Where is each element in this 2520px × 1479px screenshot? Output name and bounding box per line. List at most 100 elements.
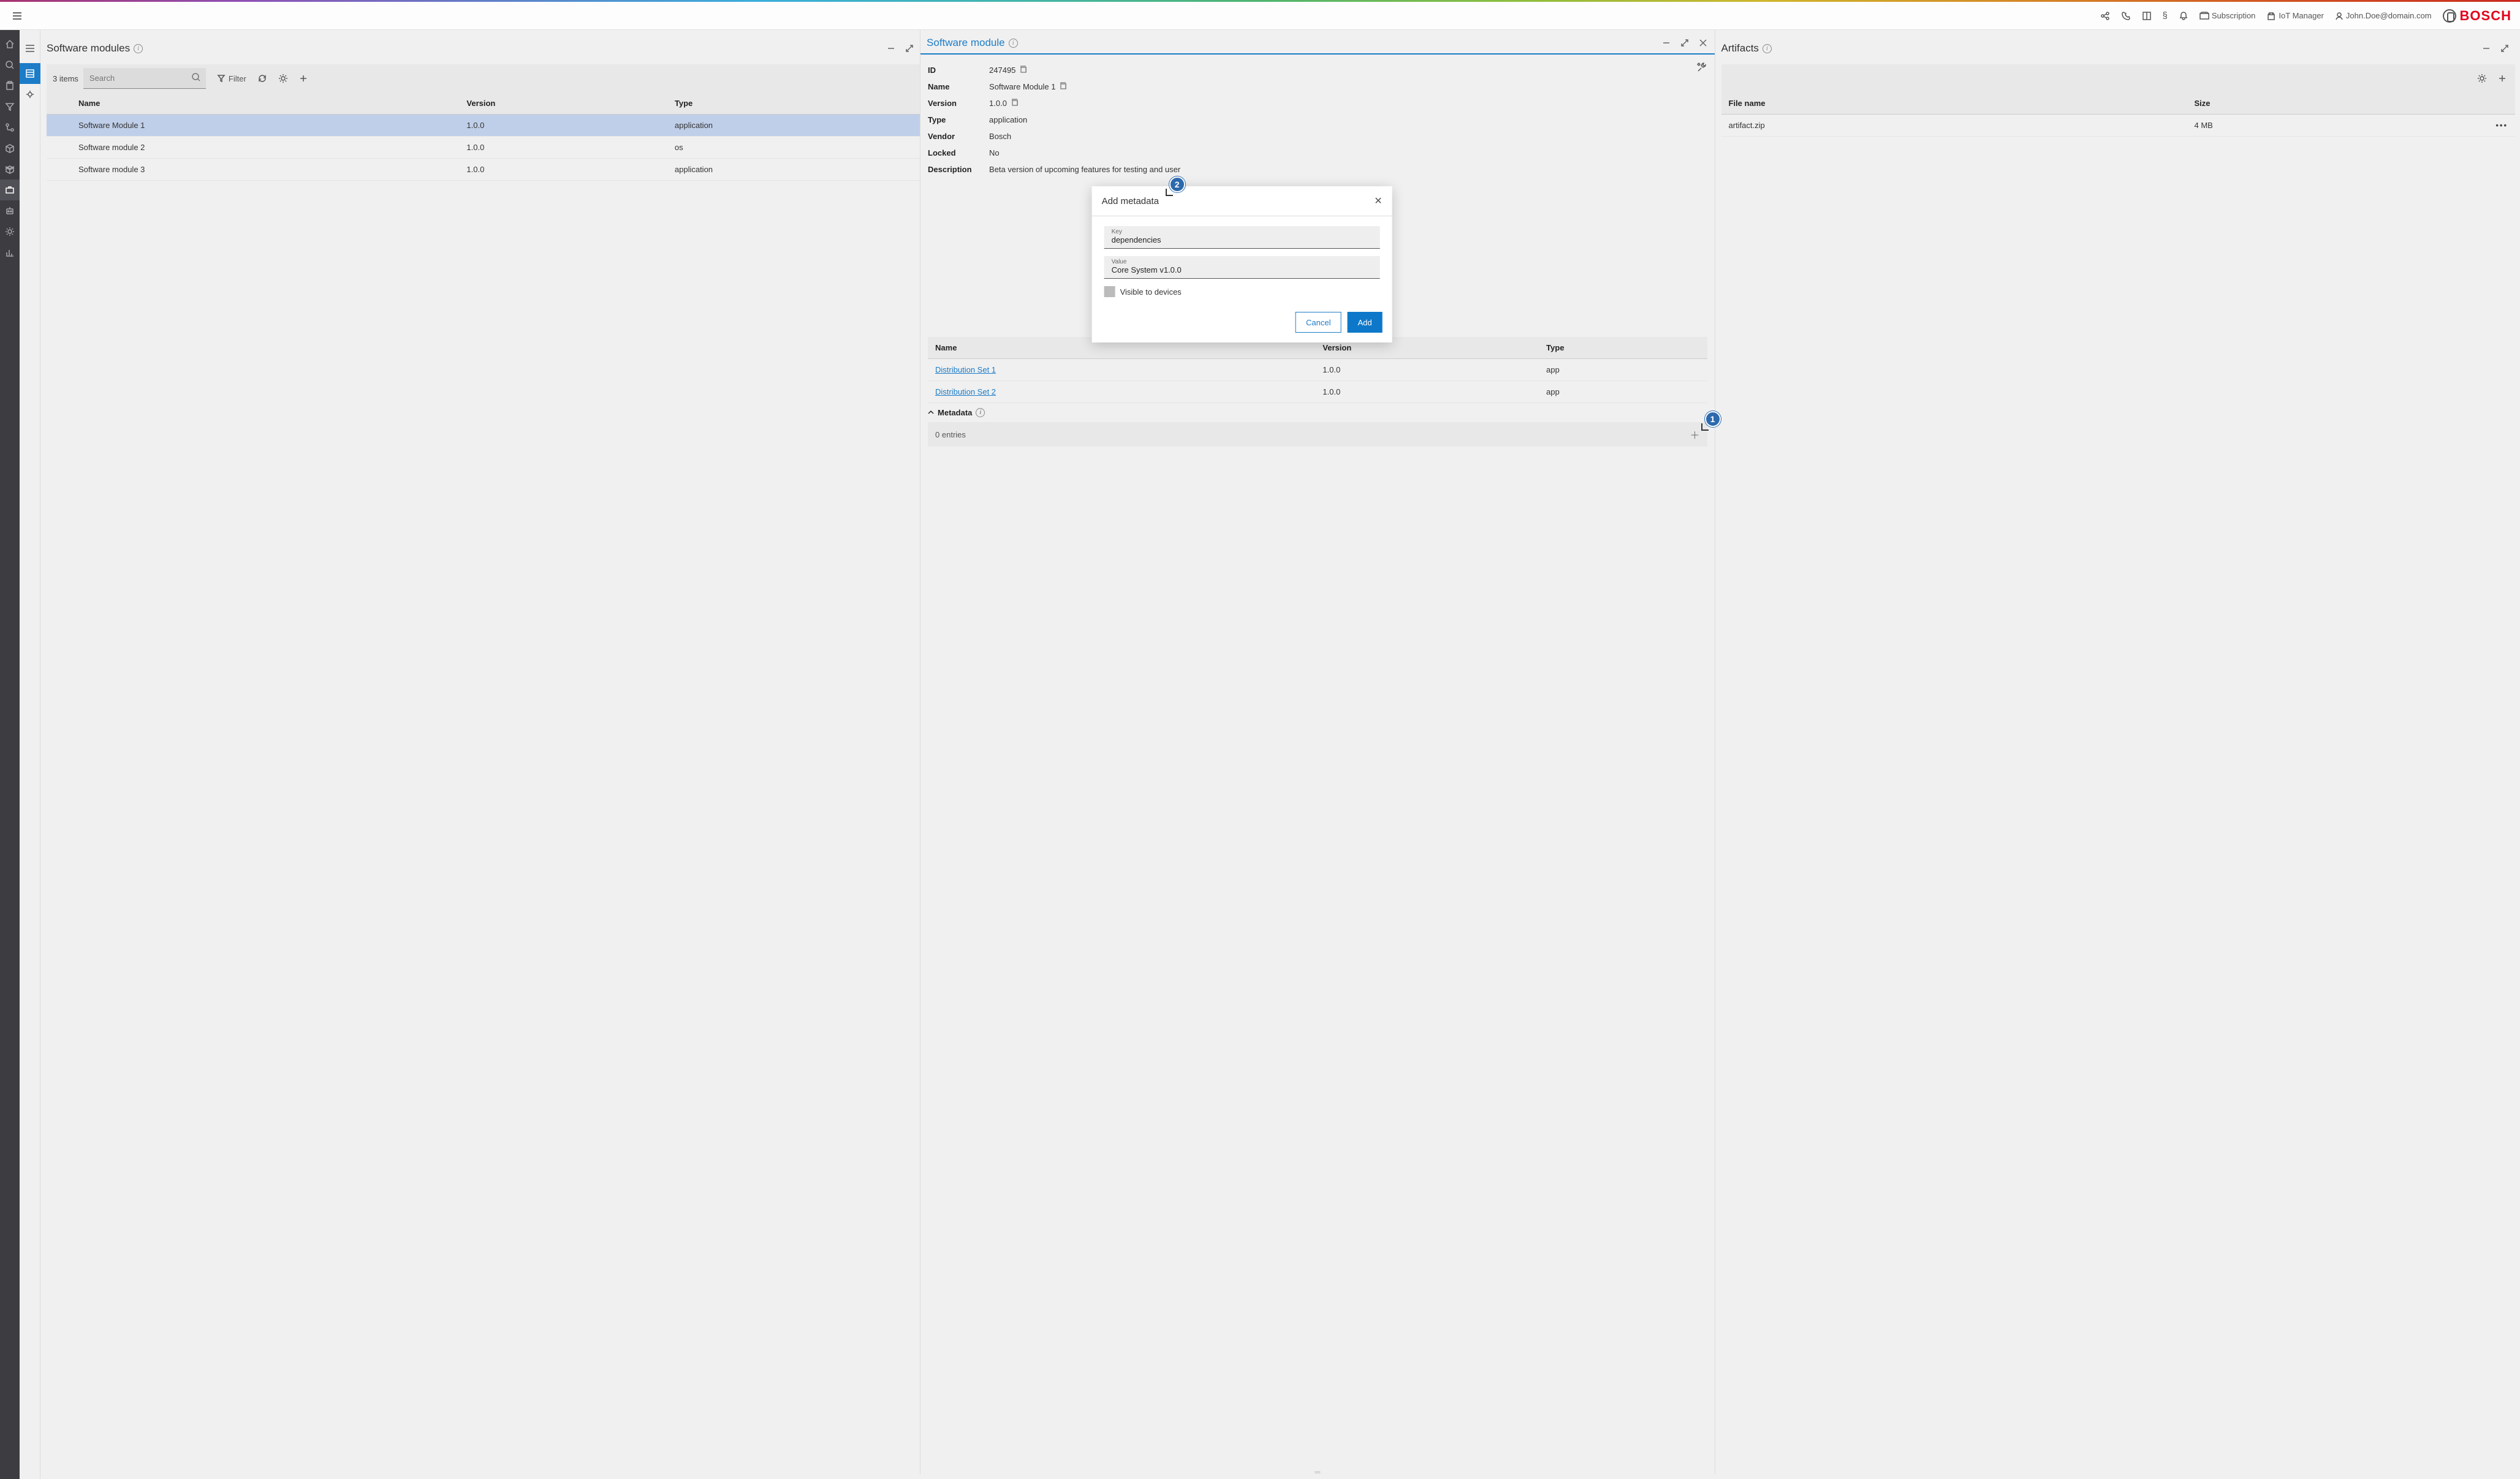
minimize-icon[interactable]: [886, 43, 897, 54]
key-value: dependencies: [1112, 235, 1373, 244]
search-icon[interactable]: [191, 72, 201, 84]
field-locked-label: Locked: [928, 148, 989, 157]
field-vendor-value: Bosch: [989, 132, 1707, 141]
modal-title: Add metadata: [1102, 196, 1159, 206]
value-label: Value: [1112, 259, 1373, 265]
field-name-label: Name: [928, 82, 989, 91]
bell-icon[interactable]: [2179, 11, 2188, 21]
settings-icon[interactable]: [278, 74, 288, 83]
nav-filter-icon[interactable]: [0, 96, 20, 117]
copy-icon[interactable]: [1019, 66, 1027, 75]
metadata-bar: 0 entries ＋: [928, 422, 1707, 447]
phone-icon[interactable]: [2121, 11, 2131, 21]
info-icon[interactable]: i: [134, 44, 143, 53]
share-icon[interactable]: [2100, 11, 2110, 21]
metadata-section-header[interactable]: Metadata i: [928, 403, 1707, 422]
col-name[interactable]: Name: [71, 93, 459, 115]
field-version-label: Version: [928, 99, 989, 108]
add-metadata-icon[interactable]: ＋: [1690, 427, 1700, 442]
table-row[interactable]: Software module 21.0.0os: [47, 137, 920, 159]
field-vendor-label: Vendor: [928, 132, 989, 141]
add-button[interactable]: Add: [1347, 312, 1382, 333]
nav-clipboard-icon[interactable]: [0, 75, 20, 96]
copy-icon[interactable]: [1059, 82, 1066, 91]
minimize-icon[interactable]: [1661, 37, 1672, 48]
field-type-label: Type: [928, 115, 989, 124]
search-input[interactable]: [83, 68, 206, 89]
view-grid-icon[interactable]: [20, 63, 40, 84]
nav-home-icon[interactable]: [0, 34, 20, 55]
col-type[interactable]: Type: [667, 93, 920, 115]
modules-title: Software modulesi: [47, 42, 143, 55]
refresh-icon[interactable]: [257, 74, 267, 83]
table-row[interactable]: Software module 31.0.0application: [47, 159, 920, 181]
art-col-name[interactable]: File name: [1721, 93, 2187, 115]
close-icon[interactable]: [1698, 37, 1709, 48]
artifacts-table: File name Size artifact.zip4 MB•••: [1721, 93, 2515, 137]
minimize-icon[interactable]: [2481, 43, 2492, 54]
field-version-value: 1.0.0: [989, 99, 1007, 108]
bosch-glyph-icon: [2443, 9, 2456, 23]
table-row[interactable]: artifact.zip4 MB•••: [1721, 115, 2515, 137]
info-icon[interactable]: i: [1763, 44, 1772, 53]
iot-manager-link[interactable]: IoT Manager: [2266, 11, 2323, 21]
subscription-link[interactable]: Subscription: [2199, 11, 2256, 20]
software-modules-panel: Software modulesi 3 items Filter: [40, 30, 920, 1474]
modules-toolbar: 3 items Filter: [47, 64, 920, 93]
key-label: Key: [1112, 229, 1373, 235]
nav-robot-icon[interactable]: [0, 200, 20, 221]
key-field[interactable]: Key dependencies: [1104, 226, 1380, 249]
col-version[interactable]: Version: [459, 93, 667, 115]
topbar: § Subscription IoT Manager John.Doe@doma…: [0, 2, 2520, 30]
expand-icon[interactable]: [2499, 43, 2510, 54]
nav-briefcase-icon[interactable]: [0, 180, 20, 200]
user-menu[interactable]: John.Doe@domain.com: [2335, 11, 2432, 20]
info-icon[interactable]: i: [976, 408, 985, 417]
resize-handle[interactable]: ═: [920, 1469, 1714, 1474]
nav-rail: [0, 30, 20, 1479]
more-icon[interactable]: •••: [2488, 115, 2515, 137]
visible-label: Visible to devices: [1120, 287, 1182, 297]
cancel-button[interactable]: Cancel: [1296, 312, 1341, 333]
nav-flow-icon[interactable]: [0, 117, 20, 138]
section-icon[interactable]: §: [2163, 10, 2168, 21]
value-value: Core System v1.0.0: [1112, 265, 1373, 274]
secondary-rail: [20, 30, 40, 1479]
distribution-table: Name Version Type Distribution Set 11.0.…: [928, 337, 1707, 403]
nav-gear-icon[interactable]: [0, 221, 20, 242]
nav-search-icon[interactable]: [0, 55, 20, 75]
nav-box-open-icon[interactable]: [0, 159, 20, 180]
dist-col-type[interactable]: Type: [1539, 337, 1707, 359]
art-col-size[interactable]: Size: [2187, 93, 2488, 115]
callout-1: 1: [1705, 411, 1721, 427]
field-desc-value: Beta version of upcoming features for te…: [989, 165, 1707, 174]
table-row[interactable]: Distribution Set 11.0.0app: [928, 359, 1707, 381]
copy-icon[interactable]: [1011, 99, 1018, 108]
field-locked-value: No: [989, 148, 1707, 157]
add-icon[interactable]: [2498, 74, 2507, 83]
field-desc-label: Description: [928, 165, 989, 174]
expand-icon[interactable]: [904, 43, 915, 54]
table-row[interactable]: Software Module 11.0.0application: [47, 115, 920, 137]
nav-chart-icon[interactable]: [0, 242, 20, 263]
expand-icon[interactable]: [1679, 37, 1690, 48]
add-icon[interactable]: [299, 74, 308, 83]
menu-icon[interactable]: [9, 12, 26, 20]
panel-menu-icon[interactable]: [20, 34, 40, 63]
add-metadata-modal: Add metadata ✕ Key dependencies Value Co…: [1092, 186, 1392, 342]
view-config-icon[interactable]: [20, 84, 40, 105]
table-row[interactable]: Distribution Set 21.0.0app: [928, 381, 1707, 403]
settings-icon[interactable]: [2477, 74, 2487, 83]
book-icon[interactable]: [2142, 11, 2152, 21]
field-type-value: application: [989, 115, 1707, 124]
info-icon[interactable]: i: [1009, 39, 1018, 48]
value-field[interactable]: Value Core System v1.0.0: [1104, 256, 1380, 279]
bosch-logo: BOSCH: [2443, 8, 2511, 24]
filter-button[interactable]: Filter: [217, 74, 246, 83]
tools-icon[interactable]: [1696, 62, 1707, 75]
nav-box-icon[interactable]: [0, 138, 20, 159]
close-icon[interactable]: ✕: [1374, 195, 1382, 207]
detail-title: Software modulei: [927, 37, 1018, 49]
subscription-label: Subscription: [2212, 11, 2256, 20]
visible-checkbox[interactable]: [1104, 286, 1115, 297]
